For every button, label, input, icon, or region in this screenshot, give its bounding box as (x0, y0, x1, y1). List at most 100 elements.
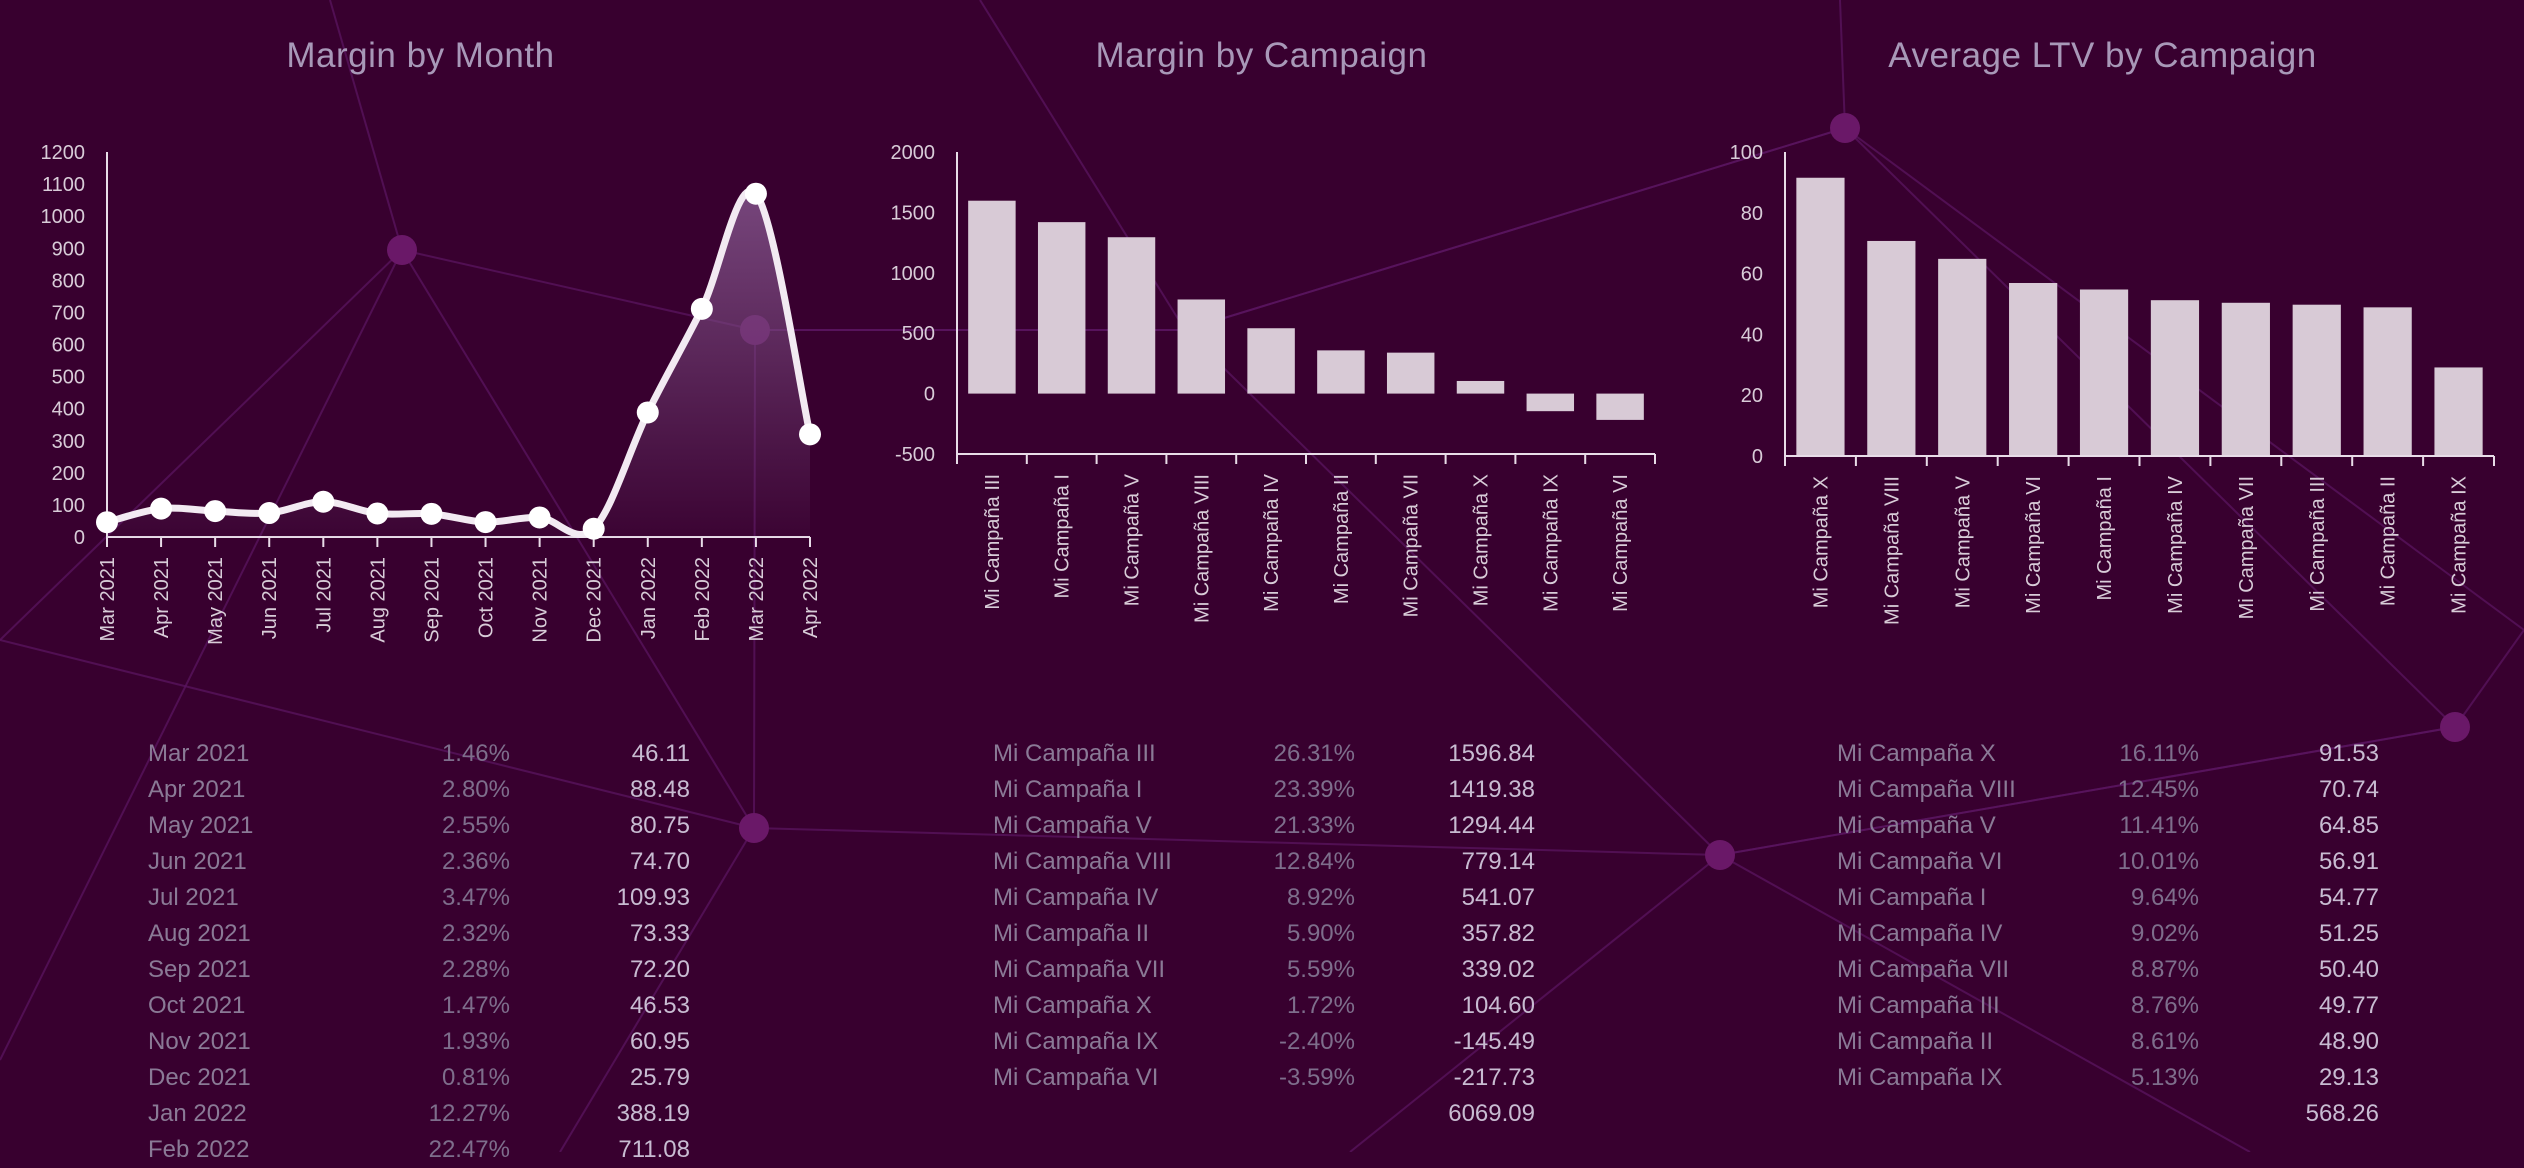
bar (1526, 393, 1575, 412)
table-row: Mi Campaña IX -2.40% -145.49 (993, 1024, 1535, 1060)
x-tick-label: Oct 2021 (476, 557, 498, 638)
row-percent: 23.39% (1273, 776, 1355, 803)
data-point (258, 502, 281, 525)
table-row: Mi Campaña VI -3.59% -217.73 (993, 1060, 1535, 1096)
total-row: 6069.09 (993, 1096, 1535, 1132)
row-value: 49.77 (2318, 992, 2379, 1019)
data-point (96, 511, 118, 534)
y-tick-label: 20 (1741, 385, 1763, 407)
row-label: Mi Campaña VI (993, 1064, 1159, 1091)
x-tick-label: Mi Campaña VI (2023, 476, 2045, 614)
y-tick-label: 800 (52, 270, 85, 292)
row-value: 54.77 (2318, 884, 2379, 911)
y-tick-label: 700 (52, 302, 85, 324)
y-tick-label: 80 (1741, 203, 1763, 225)
margin-by-month-chart: 0 100 200 300 400 500 600 700 800 900 1000 1100 1200… (41, 142, 823, 645)
row-label: Oct 2021 (148, 992, 246, 1019)
x-tick-label: Apr 2022 (800, 557, 822, 638)
y-tick-label: 100 (52, 495, 85, 517)
table-row: Jan 2022 12.27% 388.19 (148, 1096, 690, 1132)
table-row: Mi Campaña IV 8.92% 541.07 (993, 880, 1535, 916)
x-tick-label: Mi Campaña VIII (1881, 476, 1903, 625)
row-label: Mi Campaña VIII (1837, 776, 2016, 803)
row-value: 541.07 (1461, 884, 1535, 911)
row-percent: 8.76% (2130, 992, 2199, 1019)
row-percent: 8.87% (2130, 956, 2199, 983)
total-row: 568.26 (1837, 1096, 2379, 1132)
table-row: Nov 2021 1.93% 60.95 (148, 1024, 690, 1060)
row-value: 357.82 (1461, 920, 1535, 947)
data-point (582, 517, 605, 540)
margin-by-campaign-chart: -500 0 500 1000 1500 2000 Mi Campaña III Mi Cam… (891, 142, 1656, 623)
bar (2009, 282, 2058, 456)
row-value: 64.85 (2318, 812, 2379, 839)
x-tick-label: Apr 2021 (151, 557, 173, 638)
row-label: Mi Campaña I (1837, 884, 1987, 911)
x-tick-label: Mar 2022 (746, 557, 768, 642)
row-value: 80.75 (629, 812, 690, 839)
row-percent: 1.46% (441, 740, 510, 767)
row-percent: 12.84% (1273, 848, 1355, 875)
x-tick-label: Dec 2021 (584, 557, 606, 643)
average-ltv-table: Mi Campaña X 16.11% 91.53 Mi Campaña VIII 12… (1837, 736, 2379, 1132)
table-row: Mi Campaña VII 5.59% 339.02 (993, 952, 1535, 988)
x-tick-label: Mi Campaña V (1952, 475, 1974, 608)
data-point (744, 182, 767, 205)
y-tick-label: 1000 (891, 263, 936, 285)
row-label: Mi Campaña X (1837, 740, 1996, 767)
panel-title: Margin by Month (286, 36, 555, 75)
row-value: 56.91 (2318, 848, 2379, 875)
x-tick-label: Mi Campaña IX (1540, 474, 1562, 612)
y-tick-label: 2000 (891, 142, 936, 164)
row-value: 70.74 (2318, 776, 2379, 803)
row-label: Dec 2021 (148, 1064, 251, 1091)
x-tick-label: Jul 2021 (313, 557, 335, 633)
data-point (690, 297, 713, 320)
table-row: Mi Campaña X 1.72% 104.60 (993, 988, 1535, 1024)
table-row: Mar 2021 1.46% 46.11 (148, 736, 690, 772)
row-label: Mi Campaña III (993, 740, 1156, 767)
y-tick-label: 1200 (41, 142, 86, 164)
row-label: Mi Campaña VI (1837, 848, 2003, 875)
x-tick-label: Mi Campaña III (982, 474, 1004, 610)
table-row: Feb 2022 22.47% 711.08 (148, 1132, 690, 1168)
x-tick-label: Mi Campaña I (1052, 474, 1074, 599)
table-row: Mi Campaña II 8.61% 48.90 (1837, 1024, 2379, 1060)
x-tick-label: Mi Campaña V (1122, 473, 1144, 606)
row-value: 60.95 (629, 1028, 690, 1055)
bar (2221, 302, 2270, 456)
y-tick-label: 100 (1730, 142, 1763, 164)
y-tick-label: 500 (52, 367, 85, 389)
bar (1796, 177, 1845, 457)
row-value: -145.49 (1453, 1028, 1535, 1055)
row-label: Mi Campaña VII (993, 956, 1166, 983)
row-value: 51.25 (2318, 920, 2379, 947)
table-row: Mi Campaña VII 8.87% 50.40 (1837, 952, 2379, 988)
row-value: 1596.84 (1448, 740, 1535, 767)
y-tick-label: 40 (1741, 324, 1763, 346)
row-label: Mi Campaña II (993, 920, 1150, 947)
row-value: 388.19 (616, 1100, 690, 1127)
row-percent: 2.36% (441, 848, 510, 875)
row-percent: 1.47% (441, 992, 510, 1019)
y-tick-label: 600 (52, 335, 85, 357)
y-tick-label: 900 (52, 238, 85, 260)
x-tick-label: May 2021 (205, 557, 227, 645)
row-percent: 1.93% (441, 1028, 510, 1055)
row-value: 48.90 (2318, 1028, 2379, 1055)
table-row: Sep 2021 2.28% 72.20 (148, 952, 690, 988)
margin-by-month-panel: Margin by Month 0 100 200 300 400 500 600 700 80… (0, 0, 841, 1163)
row-label: Mi Campaña V (993, 812, 1152, 839)
y-tick-label: 200 (52, 463, 85, 485)
table-row: Mi Campaña IV 9.02% 51.25 (1837, 916, 2379, 952)
table-row: Mi Campaña V 11.41% 64.85 (1837, 808, 2379, 844)
data-point (420, 502, 443, 525)
bar (968, 200, 1016, 394)
table-row: Mi Campaña II 5.90% 357.82 (993, 916, 1535, 952)
total-value: 568.26 (2305, 1100, 2379, 1127)
row-percent: -2.40% (1278, 1028, 1355, 1055)
row-value: 74.70 (629, 848, 690, 875)
x-tick-label: Mi Campaña VI (1610, 474, 1632, 612)
bar (1386, 352, 1435, 394)
y-tick-label: 1000 (41, 206, 86, 228)
